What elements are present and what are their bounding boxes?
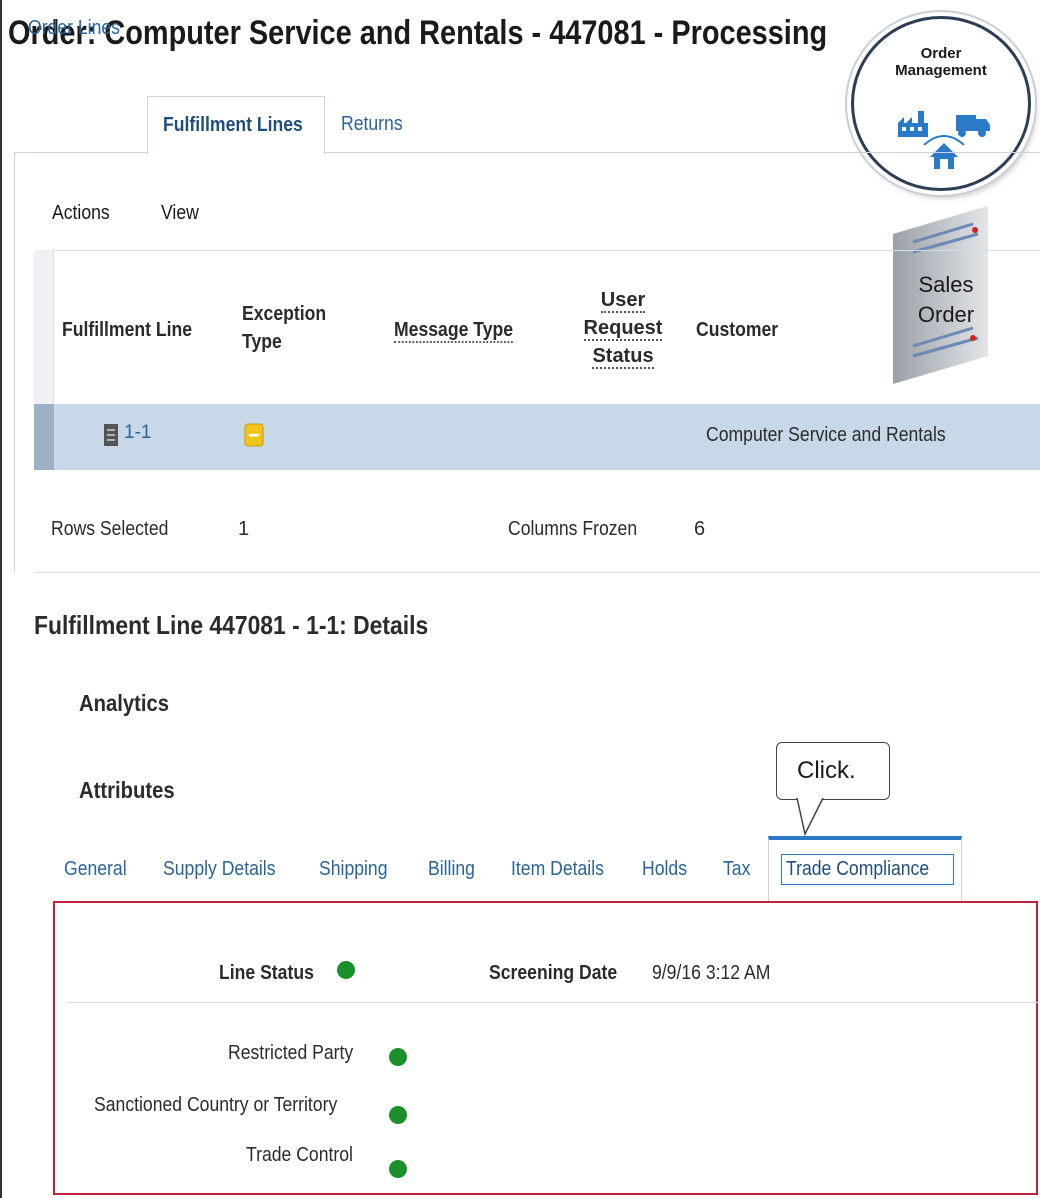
- badge-line-1: Order: [920, 45, 962, 62]
- line-status-green-icon: [337, 961, 355, 979]
- columns-frozen-value: 6: [694, 518, 706, 540]
- line-status-label: Line Status: [219, 962, 314, 984]
- tab-billing[interactable]: Billing: [428, 858, 481, 881]
- tab-shipping[interactable]: Shipping: [319, 858, 397, 881]
- screening-date-label: Screening Date: [489, 962, 618, 984]
- column-header-message-type[interactable]: Message Type: [394, 316, 529, 344]
- tab-supply-details[interactable]: Supply Details: [163, 858, 291, 881]
- actions-menu[interactable]: Actions: [52, 202, 118, 225]
- column-header-fulfillment-line[interactable]: Fulfillment Line: [62, 316, 210, 344]
- truck-icon: [956, 115, 990, 137]
- trade-compliance-panel: [53, 901, 1038, 1195]
- trade-control-label: Trade Control: [246, 1144, 353, 1166]
- restricted-party-status-icon: [389, 1048, 407, 1066]
- tab-general[interactable]: General: [64, 858, 135, 881]
- click-callout: Click.: [776, 742, 890, 800]
- view-menu[interactable]: View: [161, 202, 204, 225]
- tab-tax[interactable]: Tax: [723, 858, 754, 881]
- columns-frozen-label: Columns Frozen: [508, 518, 638, 540]
- callout-pointer: [796, 798, 824, 836]
- sanctioned-country-label: Sanctioned Country or Territory: [94, 1094, 338, 1116]
- rows-selected-label: Rows Selected: [51, 518, 169, 540]
- factory-icon: [898, 111, 928, 137]
- fulfillment-line-link[interactable]: 1-1: [124, 422, 151, 444]
- customer-cell: Computer Service and Rentals: [706, 424, 946, 446]
- exception-warning-icon: [244, 423, 264, 447]
- document-icon: [104, 424, 118, 446]
- restricted-party-label: Restricted Party: [228, 1042, 354, 1064]
- screening-date-value: 9/9/16 3:12 AM: [652, 962, 771, 984]
- tab-trade-compliance[interactable]: Trade Compliance: [768, 836, 962, 902]
- badge-line-2: Management: [895, 62, 987, 79]
- column-header-user-request-status[interactable]: User Request Status: [581, 286, 665, 370]
- attributes-section-label[interactable]: Attributes: [79, 777, 188, 804]
- trade-compliance-label[interactable]: Trade Compliance: [781, 854, 954, 885]
- rows-selected-value: 1: [238, 518, 250, 540]
- order-management-badge: Order Management: [851, 16, 1031, 191]
- sanctioned-country-status-icon: [389, 1106, 407, 1124]
- analytics-section-label[interactable]: Analytics: [79, 690, 181, 717]
- details-title: Fulfillment Line 447081 - 1-1: Details: [34, 610, 429, 640]
- tab-item-details[interactable]: Item Details: [511, 858, 617, 881]
- order-management-logo-icon: [898, 111, 990, 169]
- tab-order-lines[interactable]: Order Lines: [28, 0, 133, 58]
- tab-returns[interactable]: Returns: [341, 96, 411, 154]
- tab-holds[interactable]: Holds: [642, 858, 693, 881]
- column-header-customer[interactable]: Customer: [696, 316, 789, 344]
- home-icon: [930, 143, 958, 169]
- trade-control-status-icon: [389, 1160, 407, 1178]
- tab-fulfillment-lines[interactable]: Fulfillment Lines: [147, 96, 325, 154]
- column-header-exception-type[interactable]: Exception Type: [242, 300, 338, 356]
